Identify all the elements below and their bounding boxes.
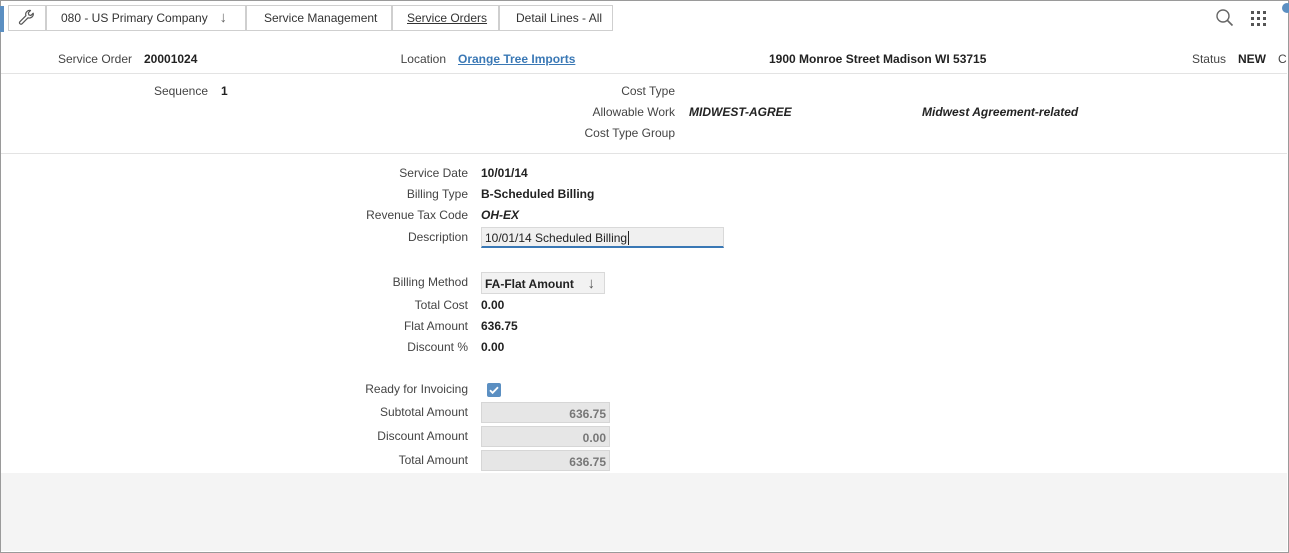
- wrench-icon: [18, 9, 34, 25]
- discount-amount-value: 0.00: [582, 431, 606, 445]
- breadcrumb-page-link[interactable]: Service Orders: [407, 11, 487, 25]
- billing-method-value: FA-Flat Amount: [485, 277, 574, 291]
- total-amount-field: 636.75: [481, 450, 610, 471]
- total-amount-value: 636.75: [569, 455, 606, 469]
- status-label: Status: [1191, 52, 1226, 66]
- cost-type-label: Cost Type: [621, 84, 675, 98]
- breadcrumb-module-label: Service Management: [264, 11, 378, 25]
- breadcrumb-current-label: Detail Lines - All: [516, 11, 603, 25]
- service-order-label: Service Order: [57, 52, 132, 66]
- arrow-down-icon: ↓: [587, 275, 596, 292]
- service-order-value: 20001024: [144, 52, 198, 66]
- breadcrumb-current: Detail Lines - All: [499, 5, 613, 31]
- text-cursor: [628, 231, 630, 245]
- divider: [1, 73, 1287, 74]
- notification-badge[interactable]: [1282, 3, 1289, 13]
- address-text: 1900 Monroe Street Madison WI 53715: [769, 52, 987, 66]
- apps-grid-icon[interactable]: [1251, 11, 1267, 27]
- service-date-label: Service Date: [399, 166, 468, 180]
- billing-type-value: B-Scheduled Billing: [481, 187, 595, 201]
- discount-amount-label: Discount Amount: [377, 429, 468, 443]
- billing-method-label: Billing Method: [392, 275, 468, 289]
- billing-type-label: Billing Type: [406, 187, 468, 201]
- footer-area: [1, 473, 1287, 551]
- allowable-work-desc: Midwest Agreement-related: [922, 105, 1079, 119]
- allowable-work-label: Allowable Work: [592, 105, 675, 119]
- location-label: Location: [400, 52, 446, 66]
- revenue-tax-value: OH-EX: [481, 208, 520, 222]
- description-input[interactable]: 10/01/14 Scheduled Billing: [481, 227, 724, 248]
- billing-method-select[interactable]: FA-Flat Amount ↓: [481, 272, 605, 294]
- cost-type-group-label: Cost Type Group: [584, 126, 676, 140]
- app-frame: [0, 0, 1289, 553]
- flat-amount-label: Flat Amount: [403, 319, 468, 333]
- breadcrumb-service-orders[interactable]: Service Orders: [392, 5, 499, 31]
- breadcrumb-service-management[interactable]: Service Management: [246, 5, 392, 31]
- ready-for-invoicing-checkbox[interactable]: [487, 383, 501, 397]
- total-cost-value: 0.00: [481, 298, 505, 312]
- company-selector[interactable]: 080 - US Primary Company ↓: [46, 5, 246, 31]
- discount-pct-value: 0.00: [481, 340, 505, 354]
- discount-amount-field: 0.00: [481, 426, 610, 447]
- discount-pct-label: Discount %: [407, 340, 468, 354]
- ready-for-invoicing-label: Ready for Invoicing: [365, 382, 468, 396]
- status-overflow-text: C: [1278, 52, 1287, 66]
- subtotal-amount-label: Subtotal Amount: [379, 405, 468, 419]
- flat-amount-value: 636.75: [481, 319, 518, 333]
- divider: [1, 153, 1287, 154]
- subtotal-amount-field: 636.75: [481, 402, 610, 423]
- service-date-value: 10/01/14: [481, 166, 528, 180]
- total-cost-label: Total Cost: [414, 298, 468, 312]
- tools-button[interactable]: [8, 5, 46, 31]
- sequence-value: 1: [221, 84, 228, 98]
- description-label: Description: [407, 230, 468, 244]
- status-value: NEW: [1238, 52, 1266, 66]
- search-icon[interactable]: [1215, 8, 1235, 28]
- location-link[interactable]: Orange Tree Imports: [458, 52, 575, 66]
- total-amount-label: Total Amount: [398, 453, 468, 467]
- nav-tab-handle[interactable]: [0, 6, 4, 32]
- revenue-tax-label: Revenue Tax Code: [366, 208, 468, 222]
- allowable-work-value: MIDWEST-AGREE: [689, 105, 792, 119]
- company-label: 080 - US Primary Company: [61, 11, 208, 25]
- subtotal-amount-value: 636.75: [569, 407, 606, 421]
- sequence-label: Sequence: [153, 84, 208, 98]
- description-value: 10/01/14 Scheduled Billing: [485, 231, 628, 245]
- arrow-down-icon: ↓: [219, 9, 228, 26]
- checkmark-icon: [489, 386, 499, 395]
